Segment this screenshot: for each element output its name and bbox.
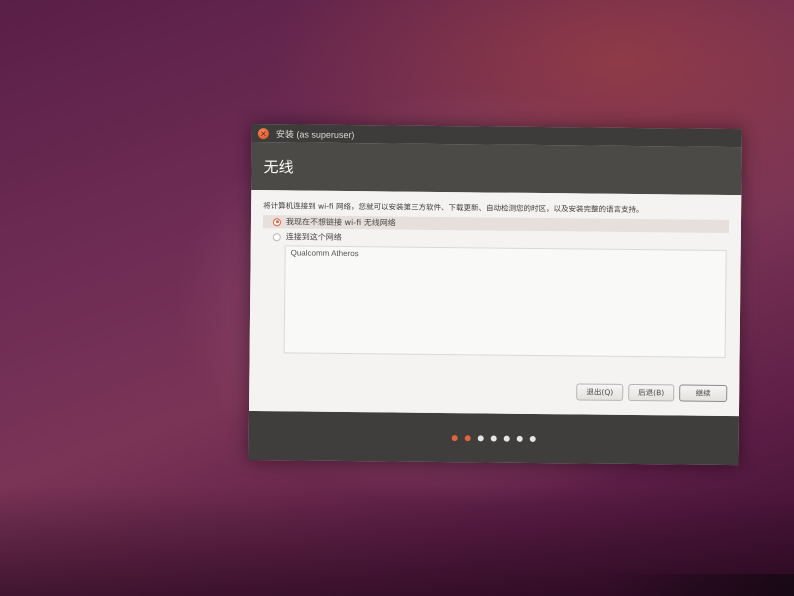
progress-dot: [464, 434, 471, 441]
page-description: 将计算机连接到 wi-fi 网络，您就可以安装第三方软件、下载更新、自动检测您的…: [263, 201, 644, 215]
continue-button[interactable]: 继续: [679, 384, 728, 402]
option-no-wifi-label: 我现在不想链接 wi-fi 无线网络: [285, 217, 396, 228]
option-connect-network-label: 连接到这个网络: [285, 232, 342, 242]
progress-dot: [503, 435, 510, 442]
progress-dot: [529, 435, 536, 442]
page-title: 无线: [263, 157, 294, 176]
quit-button[interactable]: 退出(Q): [576, 383, 624, 401]
progress-footer: [248, 410, 739, 466]
network-list[interactable]: Qualcomm Atheros: [283, 245, 727, 358]
close-glyph: ×: [259, 128, 267, 138]
installer-window: × 安装 (as superuser) 无线 将计算机连接到 wi-fi 网络，…: [248, 124, 742, 466]
progress-dot: [477, 434, 484, 441]
radio-connect-network[interactable]: [272, 232, 281, 241]
network-item-qualcomm[interactable]: Qualcomm Atheros: [291, 248, 721, 262]
radio-no-wifi[interactable]: [272, 217, 282, 226]
page-header: 无线: [251, 141, 742, 196]
progress-dots: [451, 434, 536, 442]
progress-dot: [516, 435, 523, 442]
content-area: 将计算机连接到 wi-fi 网络，您就可以安装第三方软件、下载更新、自动检测您的…: [248, 189, 742, 417]
back-button[interactable]: 后退(B): [628, 383, 675, 402]
progress-dot: [490, 435, 497, 442]
button-row: 退出(Q) 后退(B) 继续: [576, 383, 728, 402]
progress-dot: [451, 434, 458, 441]
desktop-bottom-bar: [604, 574, 794, 596]
close-icon[interactable]: ×: [257, 127, 269, 139]
window-title: 安装 (as superuser): [275, 128, 355, 140]
